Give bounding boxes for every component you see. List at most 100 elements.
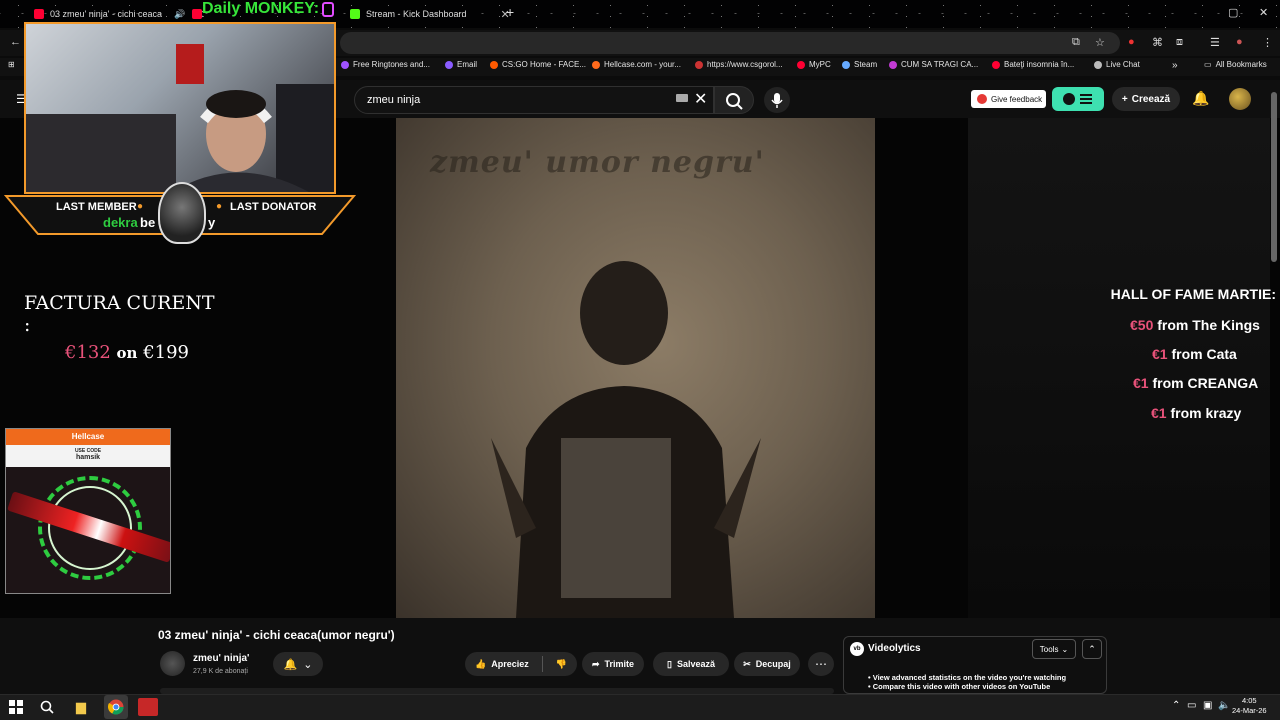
chevron-down-icon: ⌄: [1061, 644, 1069, 654]
chrome-icon[interactable]: [107, 698, 125, 716]
invoice-goal-amount: €199: [143, 342, 190, 363]
address-bar[interactable]: [340, 32, 1120, 54]
share-icon: ➦: [591, 658, 600, 669]
dislike-button[interactable]: 👎: [556, 659, 567, 670]
feedback-icon: [977, 94, 987, 104]
save-label: Salvează: [676, 659, 715, 669]
tray-display-icon[interactable]: ▭: [1187, 700, 1196, 711]
hall-of-fame-widget: HALL OF FAME MARTIE:: [1076, 286, 1276, 302]
save-button[interactable]: ▯ Salvează: [653, 652, 729, 676]
bookmark-icon: [695, 60, 703, 69]
tray-chevron-icon[interactable]: ⌃: [1172, 700, 1180, 711]
all-bookmarks-label: All Bookmarks: [1215, 60, 1267, 69]
youtube-icon: [34, 9, 44, 19]
install-icon[interactable]: ⧉: [1072, 36, 1080, 49]
reading-list-icon[interactable]: ☰: [1210, 36, 1220, 49]
maximize-icon[interactable]: ▢: [1228, 6, 1238, 19]
feature-text: View advanced statistics on the video yo…: [872, 673, 1067, 682]
bookmark-item[interactable]: Steam: [842, 60, 877, 69]
keyboard-icon[interactable]: [676, 94, 688, 102]
profile-icon[interactable]: ●: [1236, 36, 1243, 48]
apps-grid-icon[interactable]: ⊞: [8, 60, 15, 69]
last-member-name: dekra: [103, 215, 138, 230]
youtube-icon: [192, 9, 202, 19]
tab-kick-dashboard[interactable]: Stream - Kick Dashboard ✕: [344, 4, 516, 24]
videolytics-toggle-button[interactable]: [1052, 87, 1104, 111]
promo-code-label: USE CODE: [74, 448, 102, 454]
search-button[interactable]: [714, 86, 754, 114]
bookmark-item[interactable]: Live Chat: [1094, 60, 1140, 69]
bookmark-icon: [1094, 60, 1102, 69]
bookmark-item[interactable]: Email: [445, 60, 477, 69]
menu-kebab-icon[interactable]: ⋮: [1262, 36, 1273, 49]
bookmark-item[interactable]: Bateţi insomnia în...: [992, 60, 1074, 69]
search-input[interactable]: zmeu ninja: [354, 86, 714, 114]
channel-name[interactable]: zmeu' ninja': [193, 653, 249, 664]
extensions-puzzle-icon[interactable]: ⧈: [1176, 36, 1183, 49]
windows-start-icon[interactable]: [7, 698, 25, 716]
last-member-label: LAST MEMBER: [56, 201, 137, 213]
list-item: • View advanced statistics on the video …: [868, 673, 1067, 682]
all-bookmarks[interactable]: ▭ All Bookmarks: [1204, 60, 1267, 69]
hall-of-fame-entry: €1 from Cata: [1152, 346, 1237, 362]
video-frame[interactable]: [396, 118, 875, 618]
bookmark-item[interactable]: CUM SA TRAGI CA...: [889, 60, 978, 69]
bookmark-icon: [889, 60, 897, 69]
bookmark-label: Live Chat: [1106, 60, 1140, 69]
subscriber-count: 27,9 K de abonați: [193, 668, 248, 675]
like-button[interactable]: 👍 Apreciez: [475, 659, 529, 670]
volume-icon[interactable]: 🔈: [1218, 700, 1230, 711]
page-scrollbar[interactable]: [1271, 92, 1277, 262]
obs-app-icon[interactable]: [138, 698, 158, 716]
channel-avatar[interactable]: [160, 651, 185, 676]
bookmark-item[interactable]: Free Ringtones and...: [341, 60, 430, 69]
more-actions-icon[interactable]: ⋯: [808, 652, 834, 676]
speaker-icon[interactable]: 🔊: [174, 9, 185, 20]
taskbar-search-glyph: [40, 700, 54, 714]
subscription-bell-button[interactable]: 🔔 ⌄: [273, 652, 323, 676]
user-avatar[interactable]: [1229, 88, 1251, 110]
gorilla-mascot-icon: [158, 182, 206, 244]
donation-donor: from CREANGA: [1152, 375, 1259, 391]
last-donator-label: LAST DONATOR: [230, 201, 317, 213]
share-button[interactable]: ➦ Trimite: [582, 652, 644, 676]
kick-icon: [350, 9, 360, 19]
promo-code-value: hamsik: [75, 454, 101, 461]
bookmark-item[interactable]: CS:GO Home - FACE...: [490, 60, 586, 69]
donation-amount: €1: [1152, 346, 1168, 362]
chrome-logo: [108, 699, 124, 715]
bookmark-item[interactable]: https://www.csgorol...: [695, 60, 783, 69]
file-explorer-icon[interactable]: ▆: [72, 698, 90, 716]
more-bookmarks-icon[interactable]: »: [1172, 60, 1178, 71]
new-tab-icon[interactable]: +: [506, 4, 514, 20]
bookmark-item[interactable]: Hellcase.com - your...: [592, 60, 681, 69]
clip-button[interactable]: ✂ Decupaj: [734, 652, 800, 676]
hall-of-fame-entry: €50 from The Kings: [1130, 317, 1260, 333]
extension-icon[interactable]: ⌘: [1152, 36, 1163, 49]
clear-search-icon[interactable]: ✕: [694, 89, 707, 109]
videolytics-tools-dropdown[interactable]: Tools ⌄: [1032, 639, 1076, 659]
collapse-panel-icon[interactable]: ⌃: [1082, 639, 1102, 659]
bookmark-label: Steam: [854, 60, 878, 69]
back-icon[interactable]: ←: [10, 36, 21, 48]
bookmark-label: Bateţi insomnia în...: [1004, 60, 1075, 69]
give-feedback-button[interactable]: Give feedback: [971, 90, 1046, 108]
create-button[interactable]: + Creează: [1112, 87, 1180, 111]
bookmark-star-icon[interactable]: ☆: [1095, 36, 1105, 49]
donation-donor: from Cata: [1171, 346, 1237, 362]
promo-code-box: USE CODE hamsik: [6, 445, 170, 467]
system-clock[interactable]: 4:05 24-Mar-26: [1232, 696, 1267, 716]
bookmark-item[interactable]: MyPC: [797, 60, 831, 69]
close-window-icon[interactable]: ✕: [1259, 6, 1268, 19]
invoice-on-label: on: [116, 344, 138, 362]
voice-search-button[interactable]: [764, 87, 790, 113]
invoice-goal-progress: €132 on €199: [65, 342, 224, 363]
search-icon[interactable]: [38, 698, 56, 716]
network-icon[interactable]: ▣: [1203, 700, 1212, 711]
notifications-bell-icon[interactable]: 🔔: [1192, 90, 1209, 107]
bookmark-icon: [992, 60, 1000, 69]
extension-icon[interactable]: ●: [1128, 36, 1135, 48]
scissors-icon: ✂: [743, 658, 751, 669]
tab-youtube-video[interactable]: 03 zmeu' ninja' - cichi ceaca 🔊 ✕: [28, 4, 210, 24]
chevron-down-icon: ⌄: [303, 658, 313, 671]
